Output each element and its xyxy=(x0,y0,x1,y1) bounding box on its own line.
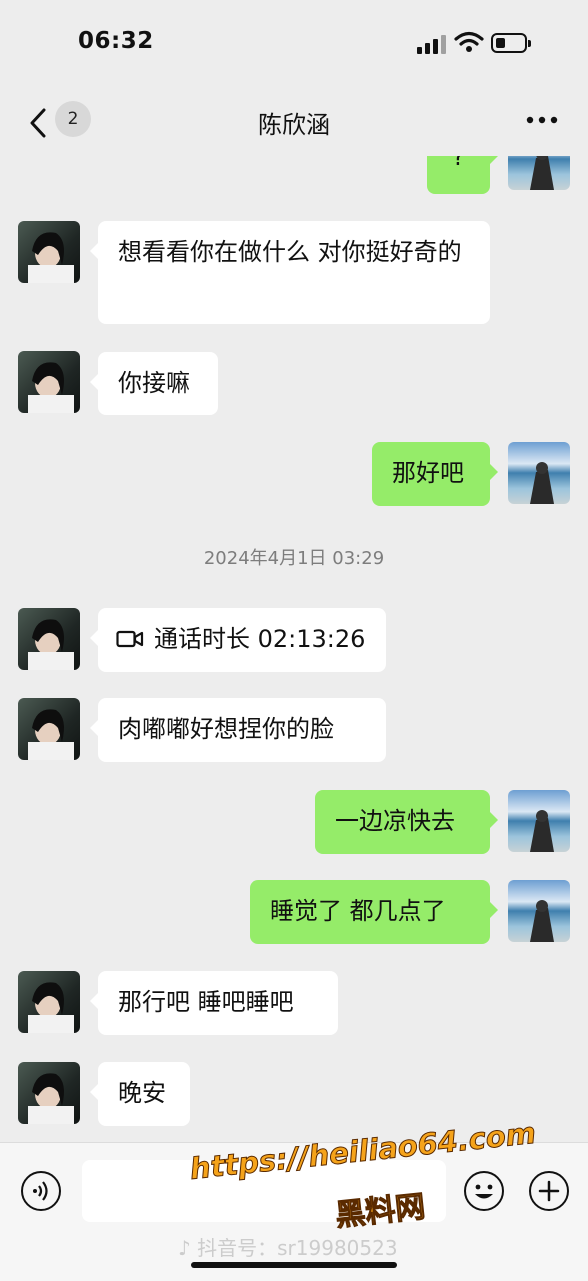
status-time: 06:32 xyxy=(78,28,154,54)
plus-icon xyxy=(538,1180,560,1202)
douyin-watermark: ♪ 抖音号：sr19980523 xyxy=(178,1232,398,1261)
message-text: 睡觉了 都几点了 xyxy=(270,897,446,925)
call-record-bubble[interactable]: 通话时长 02:13:26 xyxy=(90,608,386,672)
status-bar: 06:32 xyxy=(0,0,588,90)
more-functions-button[interactable] xyxy=(529,1171,569,1211)
message-list[interactable]: ? 想看看你在做什么 对你挺好奇的 你接嘛 那好吧 2024年4月1日 03:2… xyxy=(0,156,588,1142)
message-text: 肉嘟嘟好想捏你的脸 xyxy=(118,715,334,743)
home-indicator xyxy=(191,1262,397,1268)
my-avatar[interactable] xyxy=(508,880,570,942)
battery-icon xyxy=(491,33,531,53)
message-text: ? xyxy=(452,156,465,171)
contact-avatar[interactable] xyxy=(18,1062,80,1124)
contact-avatar[interactable] xyxy=(18,698,80,760)
message-text: 那行吧 睡吧睡吧 xyxy=(118,988,294,1016)
wifi-icon xyxy=(454,31,484,52)
chat-title: 陈欣涵 xyxy=(258,111,330,139)
message-bubble-incoming[interactable]: 肉嘟嘟好想捏你的脸 xyxy=(90,698,386,762)
message-timestamp: 2024年4月1日 03:29 xyxy=(203,548,385,569)
video-call-icon xyxy=(116,630,144,648)
message-text: 通话时长 02:13:26 xyxy=(154,625,366,653)
message-bubble-incoming[interactable]: 想看看你在做什么 对你挺好奇的 xyxy=(90,221,490,324)
my-avatar[interactable] xyxy=(508,790,570,852)
contact-avatar[interactable] xyxy=(18,351,80,413)
voice-icon xyxy=(33,1181,48,1201)
message-text: 晚安 xyxy=(118,1079,166,1107)
cellular-signal-icon xyxy=(417,34,447,54)
emoji-icon xyxy=(475,1184,493,1199)
douyin-id: 抖音号：sr19980523 xyxy=(197,1236,398,1260)
watermark-brand: 黑料网 xyxy=(333,1189,427,1234)
message-text: 你接嘛 xyxy=(118,369,190,397)
message-bubble-outgoing[interactable]: 睡觉了 都几点了 xyxy=(250,880,498,944)
message-text: 想看看你在做什么 对你挺好奇的 xyxy=(118,238,462,266)
message-bubble-outgoing[interactable]: 一边凉快去 xyxy=(315,790,498,854)
message-bubble-incoming[interactable]: 那行吧 睡吧睡吧 xyxy=(90,971,338,1035)
contact-avatar[interactable] xyxy=(18,608,80,670)
my-avatar[interactable] xyxy=(508,156,570,190)
message-text: 一边凉快去 xyxy=(335,807,455,835)
more-options-icon[interactable] xyxy=(524,108,560,132)
message-bubble-incoming[interactable]: 晚安 xyxy=(90,1062,190,1126)
message-bubble-outgoing[interactable]: ? xyxy=(427,156,498,194)
my-avatar[interactable] xyxy=(508,442,570,504)
message-bubble-incoming[interactable]: 你接嘛 xyxy=(90,352,218,415)
message-text: 那好吧 xyxy=(392,459,464,487)
contact-avatar[interactable] xyxy=(18,221,80,283)
voice-input-button[interactable] xyxy=(21,1171,61,1211)
emoji-button[interactable] xyxy=(464,1171,504,1211)
contact-avatar[interactable] xyxy=(18,971,80,1033)
douyin-logo-icon: ♪ xyxy=(178,1236,191,1260)
message-bubble-outgoing[interactable]: 那好吧 xyxy=(372,442,498,506)
